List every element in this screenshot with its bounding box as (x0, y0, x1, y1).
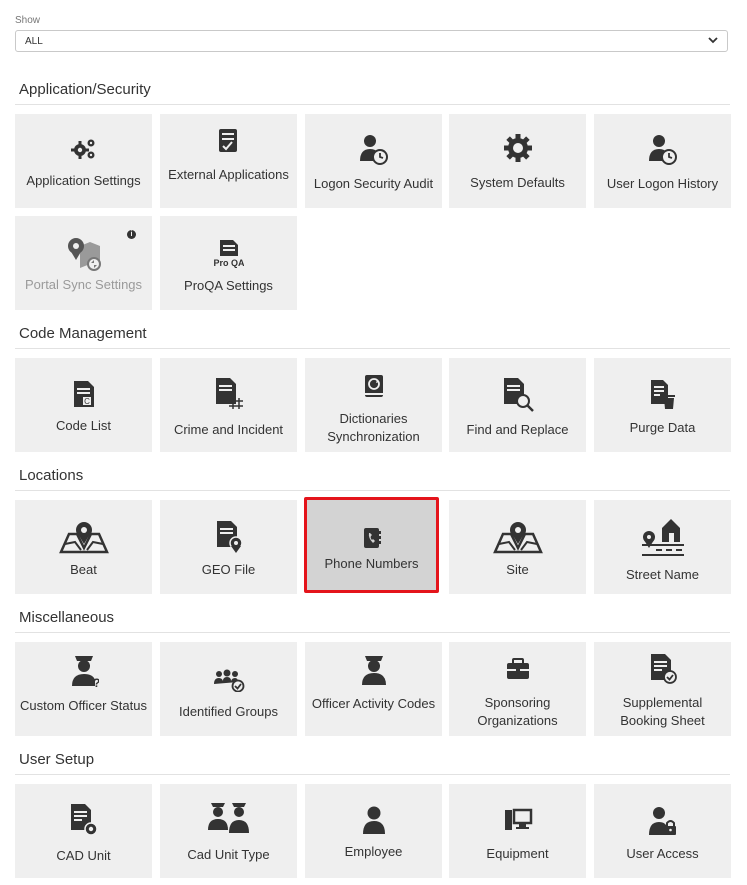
tile-supplemental-booking-sheet[interactable]: Supplemental Booking Sheet (594, 642, 731, 736)
tile-code-list[interactable]: C Code List (15, 358, 152, 452)
tile-employee[interactable]: Employee (305, 784, 442, 878)
officer-question-icon: ? (15, 650, 152, 688)
book-sync-icon (305, 373, 442, 399)
tile-crime-and-incident[interactable]: Crime and Incident (160, 358, 297, 452)
tile-user-logon-history[interactable]: User Logon History (594, 114, 731, 208)
section-header-user-setup: User Setup (15, 751, 730, 775)
tile-custom-officer-status[interactable]: ? Custom Officer Status (15, 642, 152, 736)
user-clock-icon (305, 133, 442, 165)
user-clock-icon (594, 133, 731, 165)
tile-portal-sync-settings[interactable]: i Portal Sync Settings (15, 216, 152, 310)
tile-external-applications[interactable]: External Applications (160, 114, 297, 208)
tile-cad-unit-type[interactable]: Cad Unit Type (160, 784, 297, 878)
tile-label: Purge Data (629, 420, 696, 435)
phone-book-icon (307, 527, 436, 549)
tile-label: Code List (56, 418, 111, 433)
tile-label: System Defaults (470, 175, 565, 190)
tile-street-name[interactable]: Street Name (594, 500, 731, 594)
tile-proqa-settings[interactable]: Pro QA ProQA Settings (160, 216, 297, 310)
document-marker-icon (160, 519, 297, 553)
tile-phone-numbers[interactable]: Phone Numbers (304, 497, 439, 593)
tile-system-defaults[interactable]: System Defaults (449, 114, 586, 208)
section-header-code-management: Code Management (15, 325, 730, 349)
tile-officer-activity-codes[interactable]: Officer Activity Codes (305, 642, 442, 736)
tile-label: Supplemental Booking Sheet (620, 695, 705, 728)
tile-application-settings[interactable]: Application Settings (15, 114, 152, 208)
document-gear-icon (15, 802, 152, 838)
chevron-down-icon (707, 34, 719, 49)
tile-logon-security-audit[interactable]: Logon Security Audit (305, 114, 442, 208)
tile-label: Equipment (486, 846, 549, 861)
street-house-icon (594, 516, 731, 558)
map-marker-icon (449, 520, 586, 554)
document-check-icon (594, 652, 731, 686)
tile-label: Street Name (626, 567, 699, 582)
tile-label: User Access (626, 846, 699, 861)
tile-label: ProQA Settings (184, 278, 273, 293)
tile-find-and-replace[interactable]: Find and Replace (449, 358, 586, 452)
tile-label: Cad Unit Type (187, 847, 270, 862)
group-check-icon (160, 668, 297, 692)
gears-icon (15, 136, 152, 162)
tile-label: CAD Unit (56, 848, 111, 863)
show-label: Show (15, 15, 41, 26)
tile-label: Beat (70, 562, 97, 577)
tile-label: Logon Security Audit (313, 176, 434, 191)
tile-cad-unit[interactable]: CAD Unit (15, 784, 152, 878)
tile-label: GEO File (201, 562, 256, 577)
tile-label: Portal Sync Settings (24, 277, 143, 292)
tile-purge-data[interactable]: Purge Data (594, 358, 731, 452)
show-dropdown-value: ALL (25, 35, 43, 47)
svg-text:?: ? (93, 676, 99, 688)
section-header-application-security: Application/Security (15, 81, 730, 105)
tile-label: Crime and Incident (173, 422, 284, 437)
external-doc-icon (160, 127, 297, 155)
tile-label: Officer Activity Codes (311, 696, 436, 711)
tile-identified-groups[interactable]: Identified Groups (160, 642, 297, 736)
tile-label: Identified Groups (178, 704, 278, 719)
tile-label: Employee (344, 844, 403, 859)
document-hash-icon (160, 376, 297, 410)
user-lock-icon (594, 805, 731, 837)
show-dropdown[interactable]: ALL (15, 30, 728, 52)
proqa-doc-icon: Pro QA (160, 238, 297, 268)
map-marker-icon (15, 520, 152, 554)
briefcase-icon (449, 658, 586, 680)
section-header-miscellaneous: Miscellaneous (15, 609, 730, 633)
gear-icon (449, 133, 586, 163)
tile-label: Dictionaries Synchronization (327, 411, 420, 444)
map-sync-icon (15, 236, 152, 272)
computer-icon (449, 806, 586, 834)
tile-label: External Applications (168, 167, 289, 182)
tile-label: Phone Numbers (324, 556, 419, 571)
section-header-locations: Locations (15, 467, 730, 491)
document-trash-icon (594, 378, 731, 410)
document-list-icon: C (15, 379, 152, 409)
user-icon (305, 805, 442, 835)
tile-label: Application Settings (26, 173, 141, 188)
tile-label: Sponsoring Organizations (477, 695, 558, 728)
proqa-icon-text: Pro QA (214, 258, 244, 268)
tile-label: Custom Officer Status (20, 698, 147, 713)
tile-sponsoring-organizations[interactable]: Sponsoring Organizations (449, 642, 586, 736)
officers-icon (160, 800, 297, 834)
tile-user-access[interactable]: User Access (594, 784, 731, 878)
tile-label: Find and Replace (466, 422, 569, 437)
tile-label: User Logon History (606, 176, 719, 191)
tile-beat[interactable]: Beat (15, 500, 152, 594)
svg-text:C: C (84, 397, 90, 406)
tile-geo-file[interactable]: GEO File (160, 500, 297, 594)
document-search-icon (449, 376, 586, 412)
tile-label: Site (506, 562, 529, 577)
tile-dictionaries-synchronization[interactable]: Dictionaries Synchronization (305, 358, 442, 452)
officer-icon (305, 652, 442, 686)
tile-site[interactable]: Site (449, 500, 586, 594)
tile-equipment[interactable]: Equipment (449, 784, 586, 878)
